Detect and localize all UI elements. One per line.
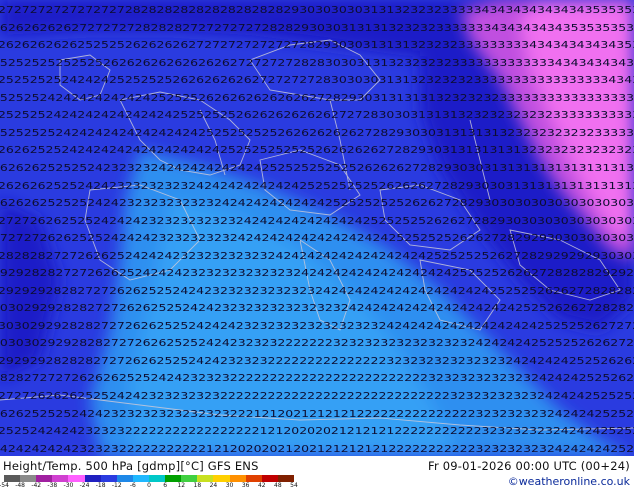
value-row: 2929282827272626252424242323232323232324…: [0, 268, 634, 279]
scale-tick-label: -6: [129, 482, 136, 489]
value-row: 2828272727262626252524242323232222222222…: [0, 373, 634, 384]
value-row: 2929292828282727262625252424232323222222…: [0, 356, 634, 367]
scale-swatch: [277, 475, 294, 482]
scale-tick-label: 42: [257, 482, 266, 489]
value-row: 2626262626252525262626262727272727272728…: [0, 40, 634, 51]
scale-swatch: [4, 475, 21, 482]
scale-tick-label: -38: [47, 482, 58, 489]
scale-tick-label: 12: [177, 482, 186, 489]
scale-tick-label: 30: [225, 482, 234, 489]
value-row: 2626252525242423232323232323232221212021…: [0, 409, 634, 420]
scale-swatch: [68, 475, 85, 482]
map-canvas: 2727272727272727282828282828282828282930…: [0, 0, 634, 456]
value-row: 3030292928282727262625252424242323232323…: [0, 321, 634, 332]
scale-tick-label: -54: [0, 482, 9, 489]
value-row: 2929292828272726262525242423232323232323…: [0, 286, 634, 297]
value-row: 2727272727272727282828282828282828282930…: [0, 5, 634, 16]
value-row: 2727262626252524242323232323222222222222…: [0, 391, 634, 402]
scale-tick-label: 54: [290, 482, 298, 489]
value-row: 2525252424242424242425252526262626262626…: [0, 93, 634, 104]
scale-tick-label: 6: [163, 482, 168, 489]
value-row: 2626252524242424242424242424252525252525…: [0, 145, 634, 156]
scale-tick-label: 24: [209, 482, 218, 489]
color-scale: [4, 475, 294, 482]
value-row: 2525252524242424242424242425252525252626…: [0, 128, 634, 139]
scale-swatch: [165, 475, 182, 482]
value-row: 2727262625252424242323232323232424242424…: [0, 216, 634, 227]
value-row: 2727272626252524242423232323232424242424…: [0, 233, 634, 244]
scale-swatch: [52, 475, 69, 482]
scale-swatch: [261, 475, 278, 482]
scale-swatch: [100, 475, 117, 482]
value-row: 2525242424232323222222222222222221212020…: [0, 426, 634, 437]
map-title: Height/Temp. 500 hPa [gdmp][°C] GFS ENS: [3, 459, 259, 473]
scale-swatch: [197, 475, 214, 482]
value-row: 3030292928282727262625252424232323232323…: [0, 303, 634, 314]
scale-tick-label: -12: [111, 482, 122, 489]
scale-swatch: [213, 475, 230, 482]
value-row: 2828282727262625242424232323232323242424…: [0, 251, 634, 262]
value-row: 2626262525242423232323232424242424242425…: [0, 181, 634, 192]
scale-tick-label: -42: [31, 482, 42, 489]
value-row: 2525252424242424242424252525252626262626…: [0, 110, 634, 121]
scale-tick-label: 48: [274, 482, 282, 489]
value-row: 2626262525252423232324242424242424252525…: [0, 163, 634, 174]
scale-tick-label: 0: [147, 482, 151, 489]
credit-link[interactable]: ©weatheronline.co.uk: [508, 475, 630, 488]
value-row: 2626262525252424232323232323242424242424…: [0, 198, 634, 209]
scale-swatch: [181, 475, 198, 482]
value-row: 2424242424232323222222222221212020202120…: [0, 444, 634, 455]
scale-swatch: [116, 475, 133, 482]
scale-swatch: [148, 475, 166, 482]
weather-map: 2727272727272727282828282828282828282930…: [0, 0, 634, 456]
valid-time: Fr 09-01-2026 00:00 UTC (00+24): [428, 459, 630, 473]
scale-tick-label: -48: [15, 482, 26, 489]
scale-tick-label: -30: [63, 482, 74, 489]
scale-swatch: [84, 475, 101, 482]
scale-swatch: [229, 475, 246, 482]
color-scale-ticks: -54 -48 -42 -38 -30 -24 -18 -12 -6 0 6 12 18 24 30 36 42…: [0, 482, 298, 490]
scale-swatch: [245, 475, 262, 482]
scale-swatch: [20, 475, 37, 482]
value-row: 2525252525252526262626262626262727272728…: [0, 58, 634, 69]
scale-tick-label: 36: [241, 482, 250, 489]
legend-bar: Height/Temp. 500 hPa [gdmp][°C] GFS ENS …: [0, 456, 634, 490]
value-row: 2525252524242425252525262626262627272727…: [0, 75, 634, 86]
scale-swatch: [36, 475, 53, 482]
scale-swatch: [132, 475, 149, 482]
value-row: 2626262626272727272828282727272727282829…: [0, 23, 634, 34]
scale-tick-label: -18: [95, 482, 106, 489]
scale-tick-label: -24: [79, 482, 90, 489]
scale-tick-label: 18: [193, 482, 202, 489]
value-row: 3030302929282827272626252524242323232222…: [0, 338, 634, 349]
